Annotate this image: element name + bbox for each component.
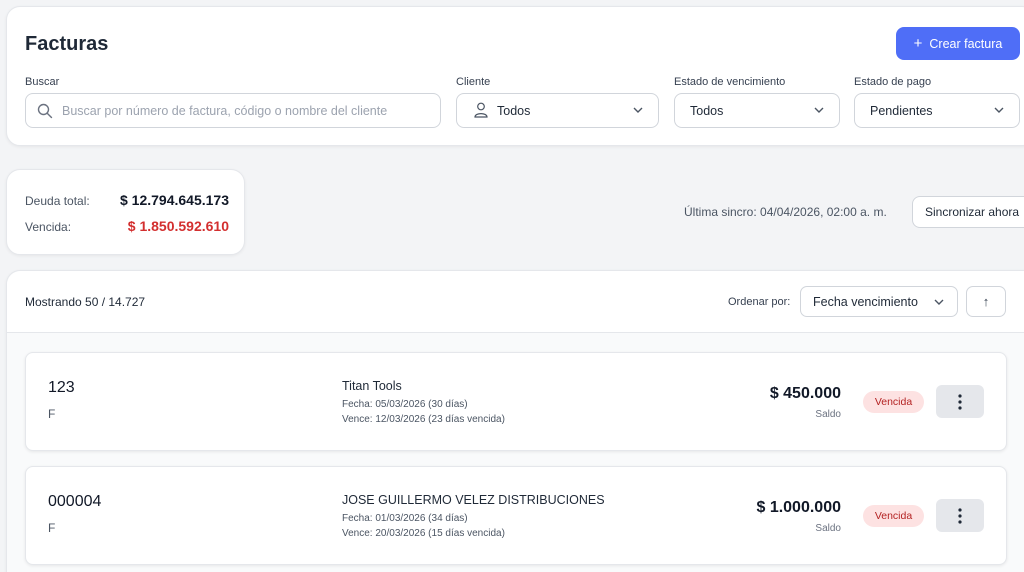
client-select-value: Todos [497,103,531,118]
plus-icon: + [913,35,923,52]
invoice-row[interactable]: 123 F Titan Tools Fecha: 05/03/2026 (30 … [25,352,1007,451]
last-sync-text: Última sincro: 04/04/2026, 02:00 a. m. [684,205,887,219]
client-select[interactable]: Todos [456,93,659,128]
user-icon [474,102,488,118]
sort-label: Ordenar por: [728,296,791,308]
search-input[interactable]: Buscar por número de factura, código o n… [25,93,441,128]
create-invoice-button[interactable]: + Crear factura [896,27,1020,60]
create-invoice-label: Crear factura [929,36,1003,51]
status-badge: Vencida [863,391,924,413]
search-label: Buscar [25,76,60,88]
overdue-debt-row: Vencida: $ 1.850.592.610 [25,218,229,234]
chevron-down-icon [633,107,643,113]
payment-status-filter-label: Estado de pago [854,76,932,88]
chevron-down-icon [994,107,1004,113]
payment-status-select-value: Pendientes [870,103,933,118]
search-icon [37,103,53,119]
due-status-filter-label: Estado de vencimiento [674,76,786,88]
invoice-date: Fecha: 05/03/2026 (30 días) [342,399,468,410]
overdue-debt-label: Vencida: [25,220,72,234]
list-toolbar: Mostrando 50 / 14.727 Ordenar por: Fecha… [7,271,1024,333]
invoice-number: 123 [48,379,75,396]
more-options-button[interactable] [936,499,984,532]
invoice-client: JOSE GUILLERMO VELEZ DISTRIBUCIONES [342,493,605,507]
invoice-type: F [48,521,56,535]
overdue-debt-value: $ 1.850.592.610 [127,218,229,234]
invoice-amount: $ 1.000.000 [756,499,841,516]
invoice-type: F [48,407,56,421]
sort-direction-button[interactable]: ↑ [966,286,1006,317]
payment-status-select[interactable]: Pendientes [854,93,1020,128]
invoice-list-panel: Mostrando 50 / 14.727 Ordenar por: Fecha… [6,270,1024,572]
invoice-due-date: Vence: 12/03/2026 (23 días vencida) [342,414,505,425]
invoice-date: Fecha: 01/03/2026 (34 días) [342,513,468,524]
invoice-amount: $ 450.000 [769,385,841,402]
total-debt-row: Deuda total: $ 12.794.645.173 [25,192,229,208]
search-placeholder: Buscar por número de factura, código o n… [62,103,388,118]
invoice-client: Titan Tools [342,379,402,393]
due-status-select[interactable]: Todos [674,93,840,128]
invoice-due-date: Vence: 20/03/2026 (15 días vencida) [342,528,505,539]
invoice-row[interactable]: 000004 F JOSE GUILLERMO VELEZ DISTRIBUCI… [25,466,1007,565]
more-options-button[interactable] [936,385,984,418]
debt-summary-card: Deuda total: $ 12.794.645.173 Vencida: $… [6,169,245,255]
chevron-down-icon [934,299,944,305]
page-title: Facturas [25,33,109,55]
total-debt-value: $ 12.794.645.173 [120,192,229,208]
filters-card: Facturas + Crear factura Buscar Cliente … [6,6,1024,146]
invoice-number: 000004 [48,493,102,510]
kebab-menu-icon [958,507,962,524]
sort-select-value: Fecha vencimiento [813,294,918,309]
results-count: Mostrando 50 / 14.727 [25,295,146,309]
status-badge: Vencida [863,505,924,527]
invoice-amount-label: Saldo [815,523,841,534]
due-status-select-value: Todos [690,103,724,118]
total-debt-label: Deuda total: [25,194,90,208]
chevron-down-icon [814,107,824,113]
sync-now-button[interactable]: Sincronizar ahora [912,196,1024,228]
client-filter-label: Cliente [456,76,491,88]
invoice-amount-label: Saldo [815,409,841,420]
sort-select[interactable]: Fecha vencimiento [800,286,958,317]
kebab-menu-icon [958,393,962,410]
